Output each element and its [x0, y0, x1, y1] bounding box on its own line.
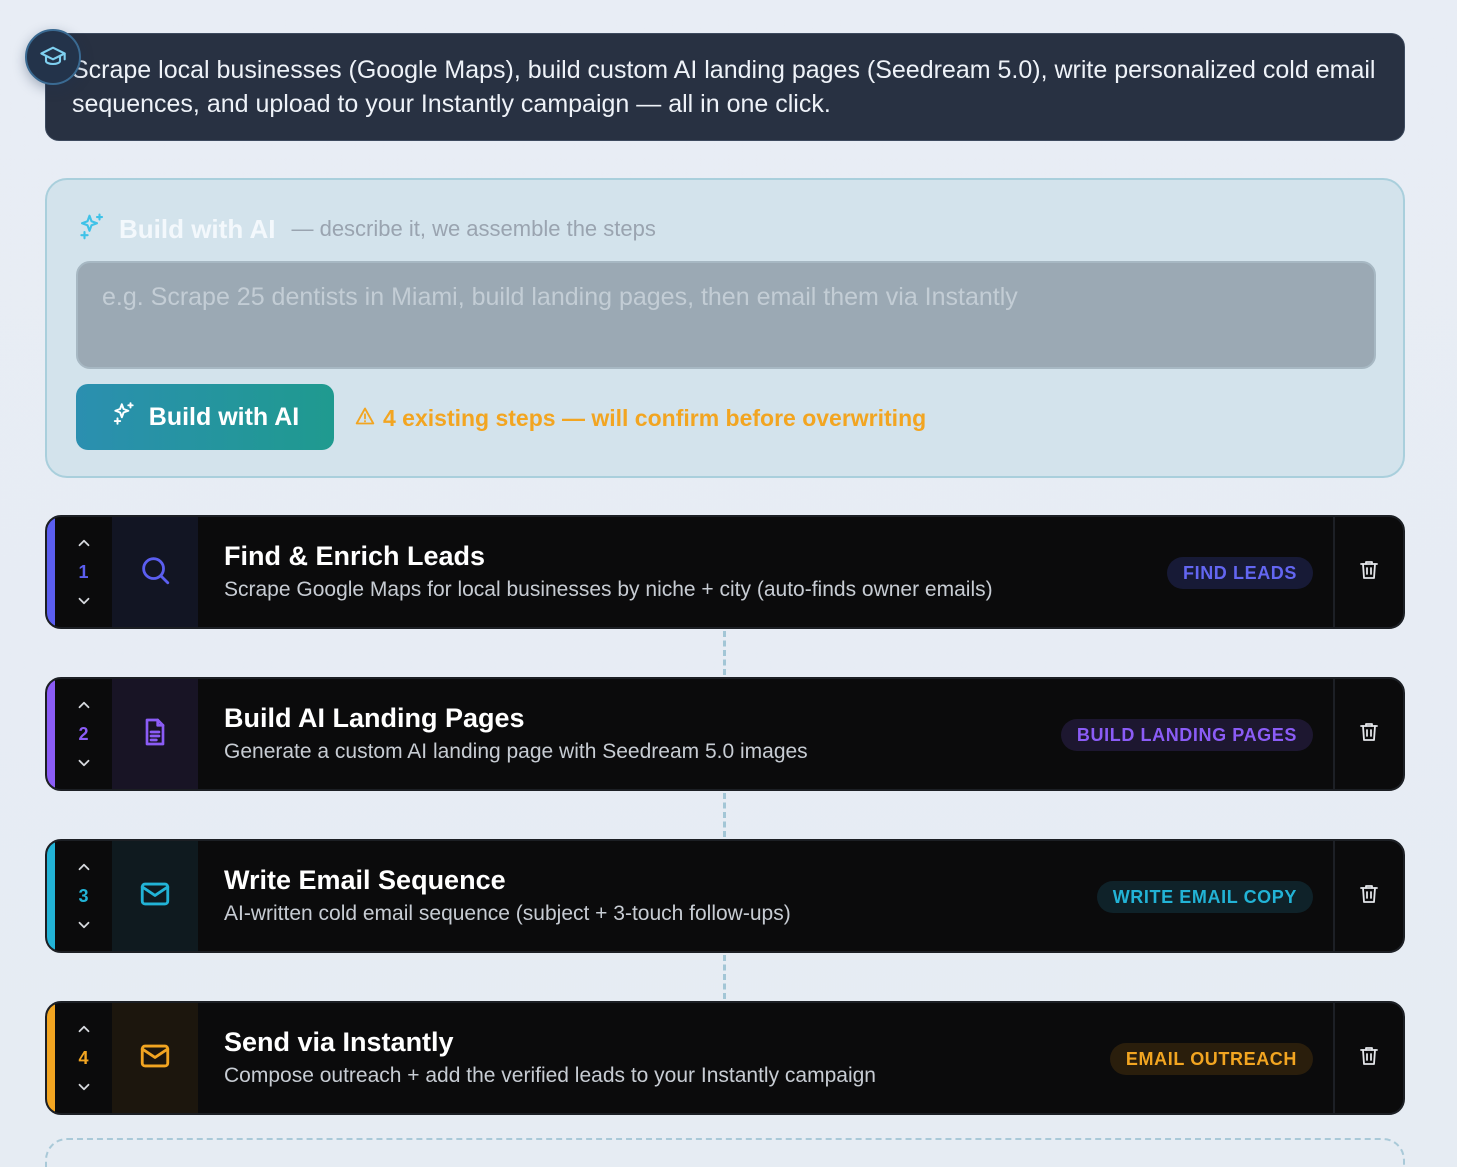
- step-title: Find & Enrich Leads: [224, 541, 486, 571]
- step-description: AI-written cold email sequence (subject …: [224, 902, 791, 925]
- step-accent-bar: [47, 841, 55, 951]
- step-description: Generate a custom AI landing page with S…: [224, 740, 808, 763]
- mail-icon: [138, 1039, 172, 1078]
- workflow-step-2[interactable]: 2 Build AI Landing Pages Generate a cust…: [45, 677, 1405, 791]
- move-down-chevron-icon[interactable]: [73, 752, 95, 774]
- build-with-ai-button-label: Build with AI: [148, 402, 300, 431]
- delete-step-button[interactable]: [1333, 517, 1403, 627]
- ai-builder-title: Build with AI: [119, 213, 276, 244]
- step-description: Scrape Google Maps for local businesses …: [224, 578, 993, 601]
- step-accent-bar: [47, 1003, 55, 1113]
- step-connector: [723, 793, 726, 837]
- step-accent-bar: [47, 517, 55, 627]
- move-up-chevron-icon[interactable]: [73, 1018, 95, 1040]
- step-content: Send via Instantly Compose outreach + ad…: [224, 1025, 876, 1091]
- step-icon-cell: [112, 841, 198, 951]
- step-connector: [723, 631, 726, 675]
- step-order-controls: 1: [55, 517, 112, 627]
- step-description: Compose outreach + add the verified lead…: [224, 1064, 876, 1087]
- step-content: Build AI Landing Pages Generate a custom…: [224, 701, 808, 767]
- graduation-cap-icon[interactable]: [25, 29, 81, 85]
- workflow-step-4[interactable]: 4 Send via Instantly Compose outreach + …: [45, 1001, 1405, 1115]
- step-content: Write Email Sequence AI-written cold ema…: [224, 863, 791, 929]
- warning-icon: [355, 405, 375, 432]
- delete-step-button[interactable]: [1333, 1003, 1403, 1113]
- step-order-controls: 4: [55, 1003, 112, 1113]
- step-number: 4: [78, 1048, 89, 1068]
- trash-icon: [1357, 882, 1381, 911]
- step-icon-cell: [112, 1003, 198, 1113]
- step-type-badge: FIND LEADS: [1167, 557, 1313, 589]
- delete-step-button[interactable]: [1333, 679, 1403, 789]
- ai-builder-subtitle: — describe it, we assemble the steps: [291, 216, 656, 241]
- step-number: 2: [78, 724, 89, 744]
- move-up-chevron-icon[interactable]: [73, 856, 95, 878]
- step-icon-cell: [112, 517, 198, 627]
- add-step-dropzone[interactable]: [45, 1138, 1405, 1167]
- delete-step-button[interactable]: [1333, 841, 1403, 951]
- step-order-controls: 3: [55, 841, 112, 951]
- step-icon-cell: [112, 679, 198, 789]
- trash-icon: [1357, 558, 1381, 587]
- step-content: Find & Enrich Leads Scrape Google Maps f…: [224, 539, 993, 605]
- overwrite-warning: 4 existing steps — will confirm before o…: [355, 402, 926, 434]
- step-accent-bar: [47, 679, 55, 789]
- step-connector: [723, 955, 726, 999]
- sparkles-icon: [77, 212, 107, 247]
- ai-builder-header: Build with AI — describe it, we assemble…: [77, 212, 656, 246]
- workflow-description-text: Scrape local businesses (Google Maps), b…: [72, 56, 1376, 118]
- document-icon: [139, 715, 171, 754]
- sparkles-icon: [111, 401, 137, 434]
- step-order-controls: 2: [55, 679, 112, 789]
- workflow-description: Scrape local businesses (Google Maps), b…: [45, 33, 1405, 141]
- workflow-step-3[interactable]: 3 Write Email Sequence AI-written cold e…: [45, 839, 1405, 953]
- step-number: 3: [78, 886, 89, 906]
- ai-builder-panel: Build with AI — describe it, we assemble…: [45, 178, 1405, 478]
- trash-icon: [1357, 720, 1381, 749]
- build-with-ai-button[interactable]: Build with AI: [76, 384, 334, 450]
- move-down-chevron-icon[interactable]: [73, 590, 95, 612]
- ai-prompt-input[interactable]: [76, 261, 1376, 369]
- step-type-badge: BUILD LANDING PAGES: [1060, 719, 1313, 751]
- step-title: Send via Instantly: [224, 1027, 454, 1057]
- step-type-badge: EMAIL OUTREACH: [1109, 1043, 1313, 1075]
- step-title: Build AI Landing Pages: [224, 703, 525, 733]
- move-down-chevron-icon[interactable]: [73, 914, 95, 936]
- step-title: Write Email Sequence: [224, 865, 506, 895]
- trash-icon: [1357, 1044, 1381, 1073]
- overwrite-warning-text: 4 existing steps — will confirm before o…: [383, 404, 927, 431]
- workflow-step-1[interactable]: 1 Find & Enrich Leads Scrape Google Maps…: [45, 515, 1405, 629]
- mail-icon: [138, 877, 172, 916]
- search-icon: [138, 553, 172, 592]
- step-type-badge: WRITE EMAIL COPY: [1096, 881, 1313, 913]
- move-up-chevron-icon[interactable]: [73, 694, 95, 716]
- step-number: 1: [78, 562, 89, 582]
- move-up-chevron-icon[interactable]: [73, 532, 95, 554]
- move-down-chevron-icon[interactable]: [73, 1076, 95, 1098]
